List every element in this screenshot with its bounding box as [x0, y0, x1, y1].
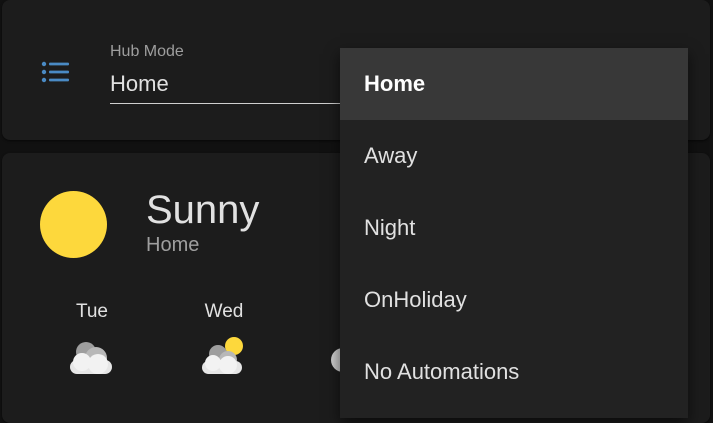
dropdown-option-home[interactable]: Home: [340, 48, 688, 120]
hub-mode-label: Hub Mode: [110, 43, 184, 60]
sun-icon: [40, 191, 107, 258]
forecast-day-wed: Wed: [204, 301, 244, 322]
dropdown-option-night[interactable]: Night: [340, 192, 688, 264]
weather-condition: Sunny: [146, 188, 260, 232]
dropdown-option-no-automations[interactable]: No Automations: [340, 336, 688, 408]
forecast-day-tue: Tue: [75, 301, 109, 322]
cloudy-icon: [70, 342, 112, 374]
list-icon[interactable]: [40, 58, 72, 90]
partly-cloudy-icon: [202, 337, 243, 374]
hub-mode-select[interactable]: Home: [110, 71, 169, 97]
hub-mode-underline: [110, 103, 345, 104]
dropdown-option-onholiday[interactable]: OnHoliday: [340, 264, 688, 336]
dropdown-option-away[interactable]: Away: [340, 120, 688, 192]
hub-mode-dropdown: Home Away Night OnHoliday No Automations: [340, 48, 688, 418]
weather-location: Home: [146, 234, 200, 256]
